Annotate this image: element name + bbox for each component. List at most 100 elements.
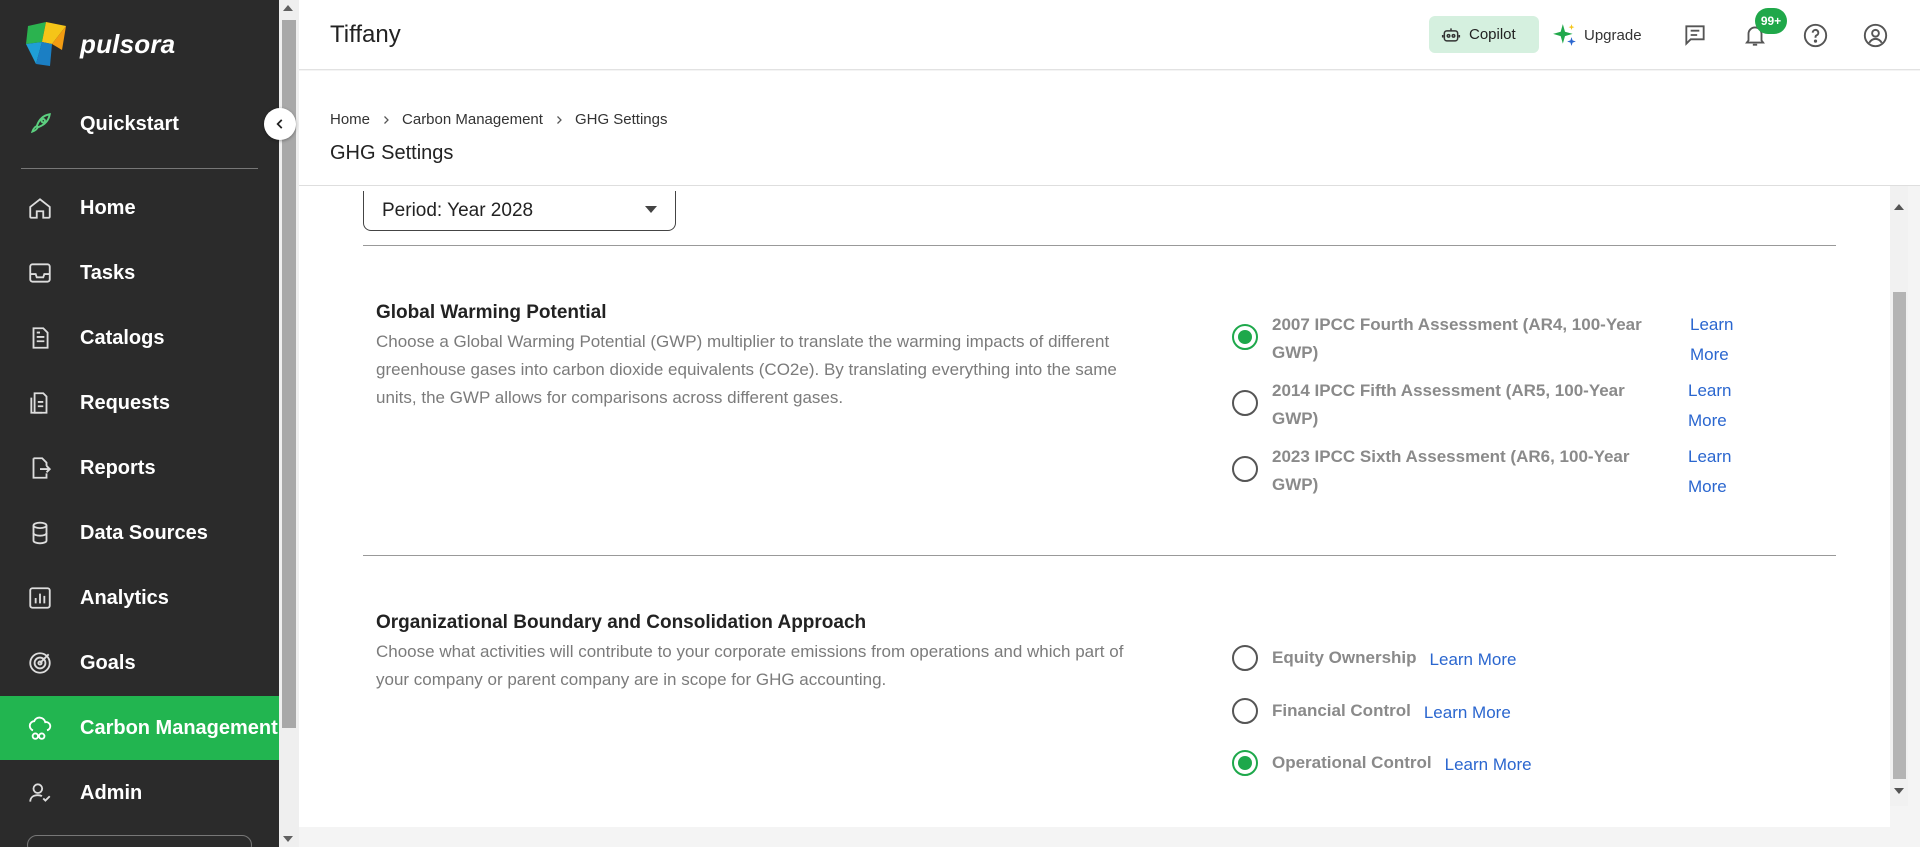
section-divider <box>363 245 1836 246</box>
option-label-block: 2007 IPCC Fourth Assessment (AR4, 100-Ye… <box>1272 311 1682 367</box>
sidebar-item-label: Goals <box>80 651 136 674</box>
upgrade-button[interactable]: Upgrade <box>1552 22 1642 48</box>
radio-button[interactable] <box>1232 456 1258 482</box>
learn-more-link[interactable]: Learn More <box>1424 698 1511 728</box>
help-icon[interactable] <box>1800 20 1830 50</box>
learn-text: Learn <box>1690 315 1734 334</box>
sidebar-item-analytics[interactable]: Analytics <box>0 566 279 630</box>
gwp-section-title: Global Warming Potential <box>376 302 607 323</box>
sidebar-item-label: Quickstart <box>80 112 179 135</box>
option-label: 2023 IPCC Sixth Assessment (AR6, 100-Yea… <box>1272 447 1630 466</box>
gwp-option-ar6[interactable]: 2023 IPCC Sixth Assessment (AR6, 100-Yea… <box>1232 447 1682 499</box>
cloud-co2-icon <box>26 714 54 742</box>
boundary-section-title: Organizational Boundary and Consolidatio… <box>376 612 867 633</box>
upgrade-label: Upgrade <box>1584 26 1642 44</box>
workspace-user-name: Tiffany <box>330 21 401 48</box>
more-text: More <box>1688 411 1727 430</box>
radio-button[interactable] <box>1232 697 1258 724</box>
gwp-option-ar5[interactable]: 2014 IPCC Fifth Assessment (AR5, 100-Yea… <box>1232 381 1682 433</box>
option-label: Operational Control <box>1272 752 1432 772</box>
sidebar: pulsora Quickstart Home Tasks Catalogs R… <box>0 0 279 847</box>
sidebar-item-label: Reports <box>80 456 156 479</box>
chevron-right-icon <box>553 114 565 126</box>
sidebar-item-tasks[interactable]: Tasks <box>0 241 279 305</box>
radio-button[interactable] <box>1232 749 1258 776</box>
sidebar-item-goals[interactable]: Goals <box>0 631 279 695</box>
option-label: Equity Ownership <box>1272 647 1417 667</box>
learn-more-link-ar6[interactable]: Learn More <box>1688 442 1748 502</box>
sidebar-divider <box>21 168 258 169</box>
breadcrumb-ghg-settings: GHG Settings <box>574 111 668 128</box>
user-admin-icon <box>26 779 54 807</box>
sidebar-item-admin[interactable]: Admin <box>0 761 279 825</box>
learn-more-link-ar5[interactable]: Learn More <box>1688 376 1748 436</box>
section-divider <box>363 555 1836 556</box>
content-scrollbar[interactable] <box>1890 186 1908 806</box>
learn-text: Learn <box>1688 447 1732 466</box>
breadcrumb-home[interactable]: Home <box>330 111 370 128</box>
pulsora-logo-icon <box>26 22 66 66</box>
logo[interactable]: pulsora <box>22 20 175 68</box>
breadcrumb: Home Carbon Management GHG Settings <box>330 111 667 128</box>
boundary-option-equity[interactable]: Equity Ownership Learn More <box>1232 640 1516 675</box>
more-text: More <box>1690 345 1729 364</box>
option-label-block: 2014 IPCC Fifth Assessment (AR5, 100-Yea… <box>1272 377 1682 433</box>
sidebar-item-label: Data Sources <box>80 521 208 544</box>
bar-chart-icon <box>26 584 54 612</box>
sparkle-icon <box>1553 24 1576 46</box>
chevron-left-icon <box>276 119 283 129</box>
collapse-sidebar-button[interactable] <box>264 108 296 140</box>
sidebar-item-reports[interactable]: Reports <box>0 436 279 500</box>
sidebar-item-label: Tasks <box>80 261 136 284</box>
sidebar-item-label: Analytics <box>80 586 169 609</box>
period-select[interactable]: Period: Year 2028 <box>363 191 676 231</box>
brand-name: pulsora <box>80 28 176 59</box>
option-label: Financial Control <box>1272 700 1411 720</box>
learn-more-link[interactable]: Learn More <box>1430 645 1517 675</box>
option-label: GWP) <box>1272 343 1319 362</box>
sidebar-item-home[interactable]: Home <box>0 176 279 240</box>
caret-down-icon <box>645 206 657 213</box>
scrollbar-thumb[interactable] <box>1893 292 1906 779</box>
scroll-up-arrow-icon[interactable] <box>1894 204 1904 210</box>
target-icon <box>26 649 54 677</box>
learn-text: Learn <box>1688 381 1732 400</box>
sidebar-item-data-sources[interactable]: Data Sources <box>0 501 279 565</box>
gwp-option-ar4[interactable]: 2007 IPCC Fourth Assessment (AR4, 100-Ye… <box>1232 315 1682 367</box>
sidebar-item-quickstart[interactable]: Quickstart <box>0 92 279 156</box>
topbar: Tiffany Copilot Upgrade 99+ <box>299 0 1920 70</box>
breadcrumb-carbon-management[interactable]: Carbon Management <box>402 111 543 128</box>
radio-button[interactable] <box>1232 644 1258 671</box>
export-icon <box>26 454 54 482</box>
learn-more-link-ar4[interactable]: Learn More <box>1690 310 1750 370</box>
document-icon <box>26 324 54 352</box>
scroll-down-arrow-icon[interactable] <box>283 836 293 842</box>
sidebar-item-label: Catalogs <box>80 326 165 349</box>
page-title: GHG Settings <box>330 142 454 164</box>
sidebar-item-catalogs[interactable]: Catalogs <box>0 306 279 370</box>
radio-button[interactable] <box>1232 390 1258 416</box>
boundary-section-description: Choose what activities will contribute t… <box>376 642 1124 689</box>
copilot-button[interactable]: Copilot <box>1429 16 1539 53</box>
boundary-option-operational[interactable]: Operational Control Learn More <box>1232 745 1532 780</box>
scroll-up-arrow-icon[interactable] <box>283 5 293 11</box>
sidebar-bottom-widget[interactable] <box>27 835 252 847</box>
option-label: GWP) <box>1272 475 1319 494</box>
scroll-down-arrow-icon[interactable] <box>1894 788 1904 794</box>
gwp-section-description: Choose a Global Warming Potential (GWP) … <box>376 332 1117 407</box>
option-label: 2014 IPCC Fifth Assessment (AR5, 100-Yea… <box>1272 381 1625 400</box>
boundary-option-financial[interactable]: Financial Control Learn More <box>1232 693 1511 728</box>
rocket-icon <box>26 110 54 138</box>
account-icon[interactable] <box>1860 20 1890 50</box>
more-text: More <box>1688 477 1727 496</box>
page-header: Home Carbon Management GHG Settings GHG … <box>299 71 1920 186</box>
sidebar-item-requests[interactable]: Requests <box>0 371 279 435</box>
sidebar-item-carbon-management[interactable]: Carbon Management <box>0 696 279 760</box>
requests-icon <box>26 389 54 417</box>
learn-more-link[interactable]: Learn More <box>1445 750 1532 780</box>
sidebar-item-label: Home <box>80 196 136 219</box>
chat-icon[interactable] <box>1680 20 1710 50</box>
option-label: GWP) <box>1272 409 1319 428</box>
radio-button[interactable] <box>1232 324 1258 350</box>
database-icon <box>26 519 54 547</box>
